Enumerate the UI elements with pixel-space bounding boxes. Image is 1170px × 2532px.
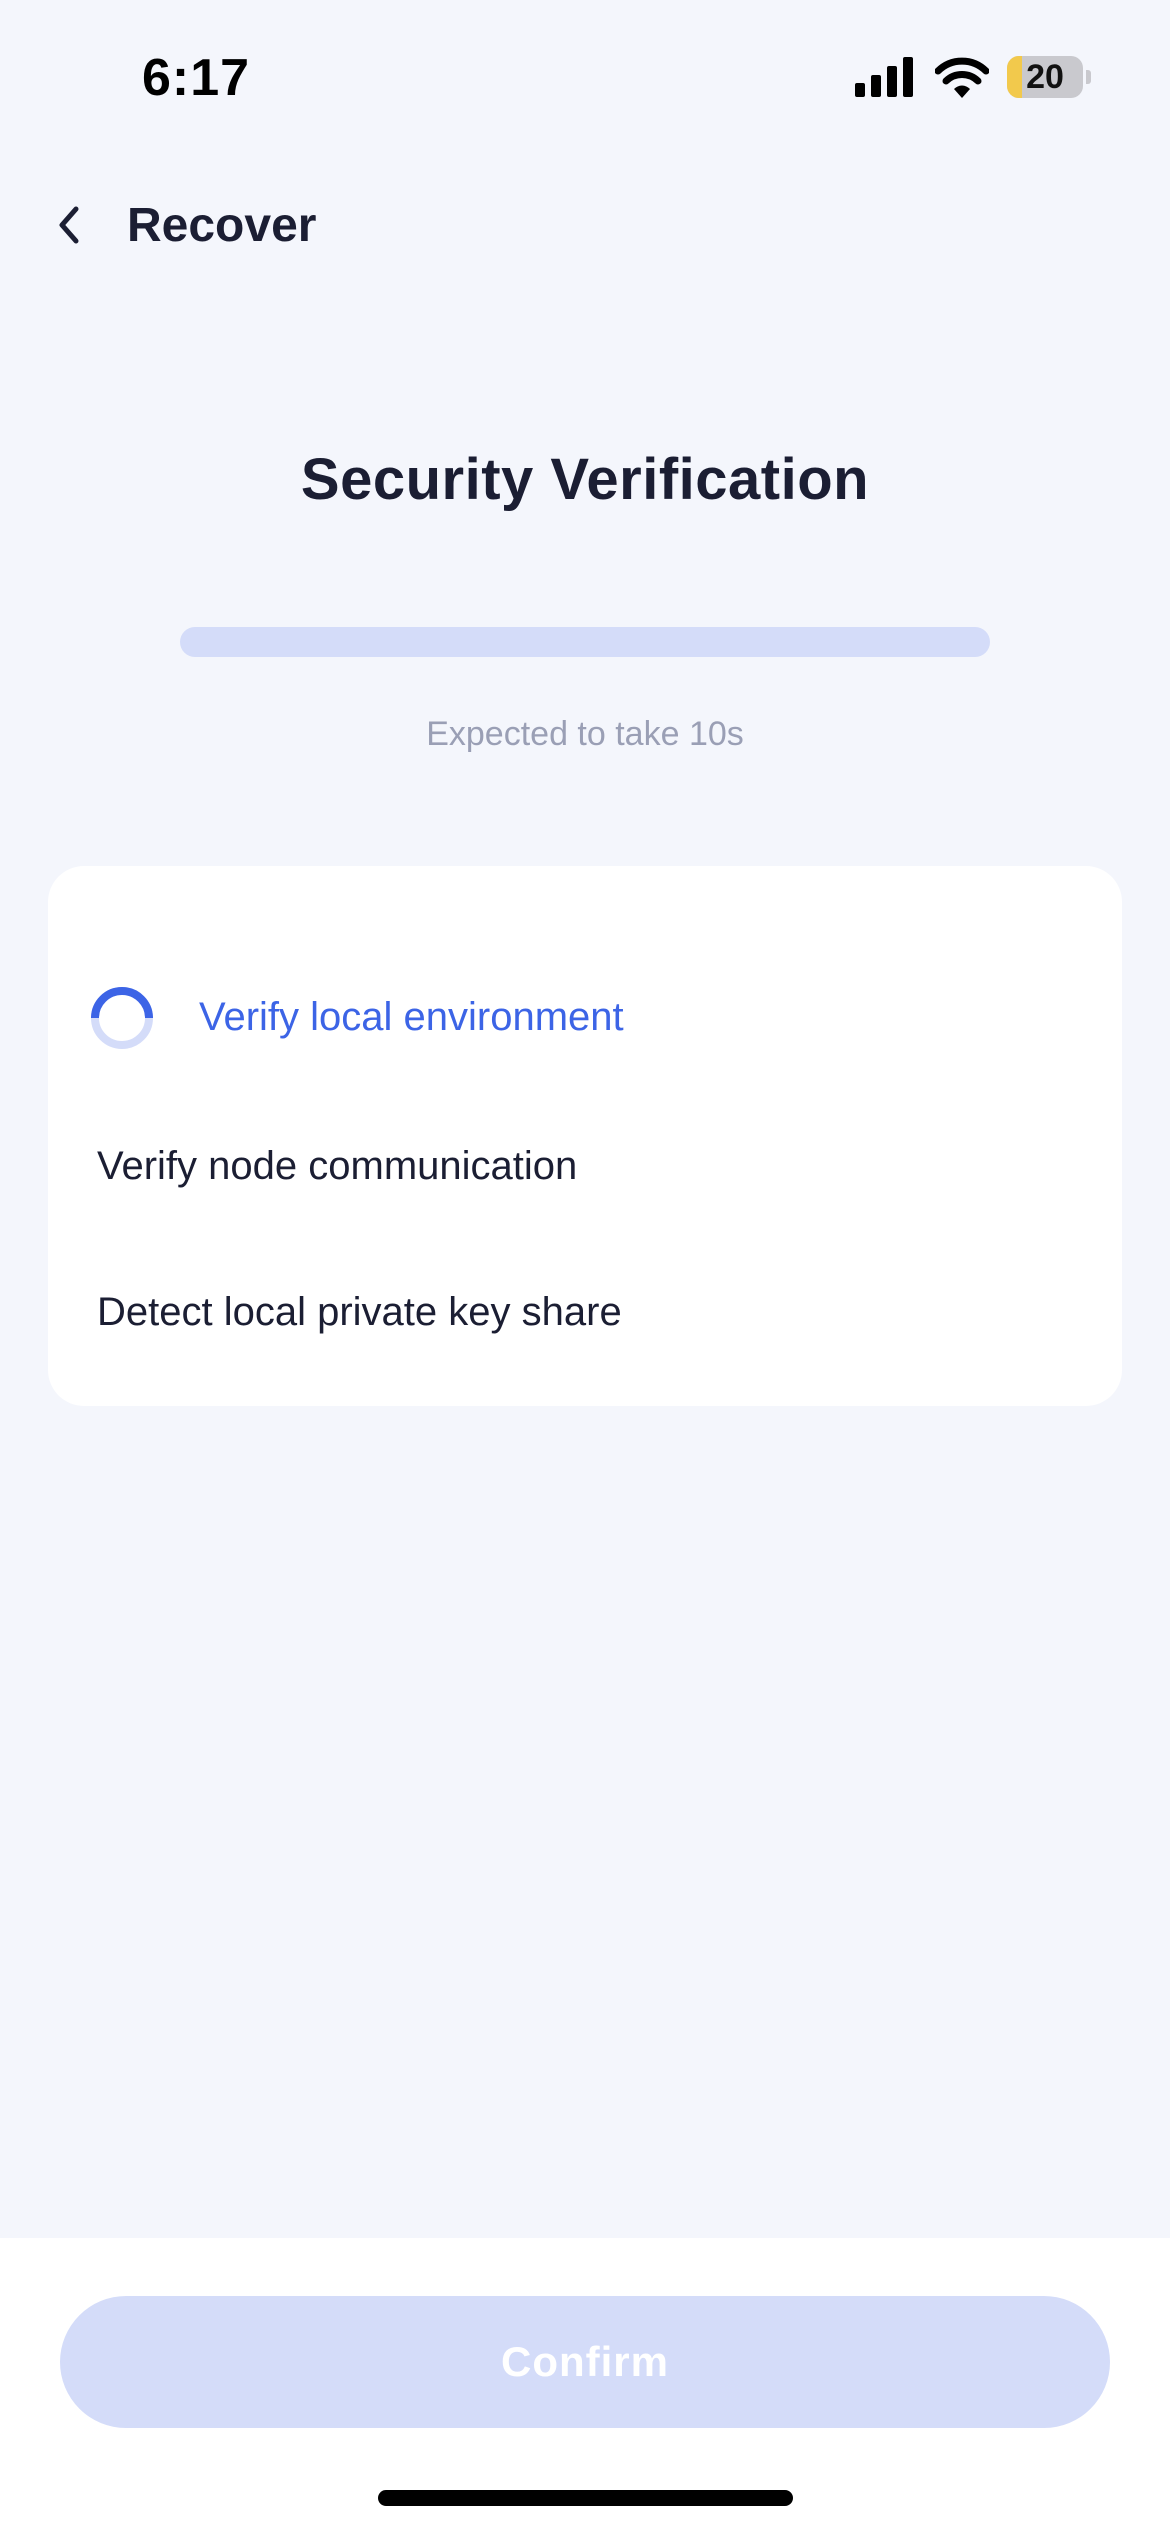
expected-time-text: Expected to take 10s — [426, 715, 744, 753]
home-indicator — [378, 2490, 793, 2506]
battery-level-text: 20 — [1026, 58, 1064, 96]
verification-progress-bar — [180, 627, 990, 657]
cellular-signal-icon — [855, 57, 913, 97]
battery-icon: 20 — [1007, 56, 1091, 98]
page-title: Security Verification — [300, 447, 870, 512]
confirm-button-label: Confirm — [501, 2338, 669, 2385]
step-label: Detect local private key share — [97, 1290, 622, 1334]
chevron-left-icon — [59, 206, 79, 244]
step-verify-local-environment: Verify local environment — [48, 977, 1122, 1057]
step-label: Verify local environment — [199, 995, 624, 1039]
step-label: Verify node communication — [97, 1144, 578, 1188]
step-verify-node-communication: Verify node communication — [48, 1126, 1122, 1206]
wifi-icon — [935, 57, 989, 98]
nav-title: Recover — [127, 199, 317, 252]
step-detect-private-key-share: Detect local private key share — [48, 1272, 1122, 1352]
nav-bar: Recover — [0, 180, 1170, 270]
loading-spinner-icon — [91, 987, 153, 1049]
confirm-button[interactable]: Confirm — [60, 2296, 1110, 2428]
back-button[interactable] — [40, 196, 98, 254]
status-time: 6:17 — [142, 49, 251, 107]
verification-steps-card: Verify local environment Verify node com… — [48, 866, 1122, 1406]
recover-screen: 6:17 20 Recover Security Verification Ex… — [0, 0, 1170, 2532]
status-bar: 6:17 20 — [0, 0, 1170, 150]
